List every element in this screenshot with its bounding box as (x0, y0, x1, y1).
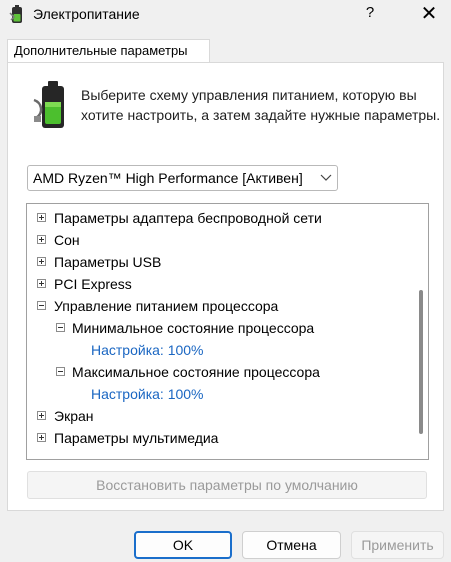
collapse-icon[interactable] (56, 367, 65, 376)
tab-advanced-settings[interactable]: Дополнительные параметры (7, 39, 210, 63)
collapse-icon[interactable] (37, 301, 46, 310)
ok-button[interactable]: OK (134, 531, 232, 559)
collapse-icon[interactable] (56, 323, 65, 332)
title-bar: Электропитание ? ✕ (0, 0, 451, 30)
close-button[interactable]: ✕ (410, 0, 448, 30)
settings-tree[interactable]: Параметры адаптера беспроводной сети Сон… (26, 203, 429, 460)
power-scheme-dropdown[interactable]: AMD Ryzen™ High Performance [Активен] (27, 165, 338, 191)
expand-icon[interactable] (37, 279, 46, 288)
expand-icon[interactable] (37, 411, 46, 420)
cancel-button[interactable]: Отмена (242, 531, 341, 559)
expand-icon[interactable] (37, 235, 46, 244)
battery-plug-icon (9, 5, 22, 23)
battery-plug-icon (33, 81, 64, 128)
scrollbar-thumb[interactable] (419, 290, 423, 434)
settings-panel: Выберите схему управления питанием, кото… (7, 62, 444, 511)
chevron-down-icon (320, 166, 332, 200)
apply-button[interactable]: Применить (351, 531, 444, 559)
power-scheme-selected: AMD Ryzen™ High Performance [Активен] (33, 170, 303, 186)
restore-defaults-button[interactable]: Восстановить параметры по умолчанию (27, 471, 427, 499)
expand-icon[interactable] (37, 433, 46, 442)
tree-scrollbar[interactable] (414, 204, 428, 459)
window-title: Электропитание (33, 6, 140, 22)
description-text: Выберите схему управления питанием, кото… (81, 87, 441, 123)
expand-icon[interactable] (37, 213, 46, 222)
expand-icon[interactable] (37, 257, 46, 266)
help-button[interactable]: ? (355, 0, 385, 30)
